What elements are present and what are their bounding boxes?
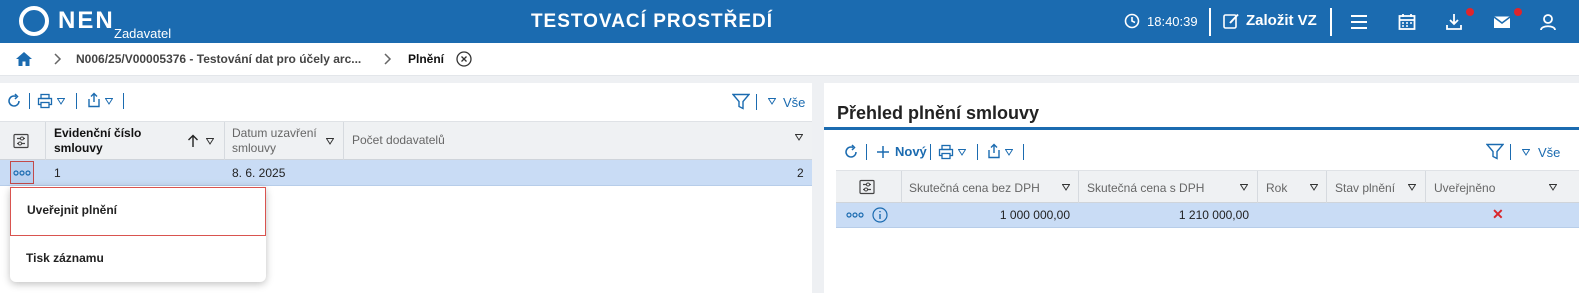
- divider: [824, 127, 1579, 130]
- divider: [1023, 144, 1024, 160]
- edit-icon[interactable]: [1222, 12, 1240, 30]
- divider: [123, 93, 124, 109]
- table-row[interactable]: 1 000 000,00 1 210 000,00 ✕: [836, 203, 1579, 228]
- info-icon[interactable]: [872, 207, 888, 223]
- chevron-down-icon[interactable]: [1522, 149, 1530, 156]
- column-filter-icon[interactable]: [1408, 184, 1416, 191]
- column-filter-icon[interactable]: [795, 134, 803, 141]
- session-time: 18:40:39: [1147, 14, 1198, 29]
- panel-title: Přehled plnění smlouvy: [837, 103, 1040, 123]
- divider: [76, 93, 77, 109]
- sort-ascending-icon[interactable]: [187, 134, 199, 148]
- breadcrumb-item-contract[interactable]: N006/25/V00005376 - Testování dat pro úč…: [76, 52, 361, 66]
- chevron-down-icon[interactable]: [105, 98, 113, 105]
- mail-notification-dot: [1514, 8, 1522, 16]
- environment-title: TESTOVACÍ PROSTŘEDÍ: [530, 11, 774, 32]
- cell-pocet: 2: [797, 166, 804, 180]
- filter-all-dropdown[interactable]: Vše: [1538, 145, 1560, 160]
- clock-icon: [1124, 13, 1140, 29]
- calendar-icon[interactable]: [1397, 12, 1417, 32]
- filter-all-dropdown[interactable]: Vše: [783, 95, 805, 110]
- new-button[interactable]: Nový: [895, 144, 927, 159]
- column-filter-icon[interactable]: [1062, 184, 1070, 191]
- divider: [1510, 144, 1511, 160]
- divider: [756, 94, 757, 110]
- filter-icon[interactable]: [1486, 143, 1504, 160]
- cell-uverejneno-cross-icon: ✕: [1492, 206, 1504, 222]
- column-header-cena-s-dph[interactable]: Skutečná cena s DPH: [1087, 181, 1204, 195]
- table-header: Skutečná cena bez DPH Skutečná cena s DP…: [836, 170, 1579, 204]
- breadcrumb: N006/25/V00005376 - Testování dat pro úč…: [0, 43, 1579, 76]
- row-context-menu: Uveřejnit plnění Tisk záznamu: [10, 186, 266, 282]
- divider: [29, 93, 30, 109]
- divider: [977, 144, 978, 160]
- home-icon[interactable]: [15, 51, 33, 67]
- menu-item-publish[interactable]: Uveřejnit plnění: [10, 187, 266, 236]
- column-filter-icon[interactable]: [326, 138, 334, 145]
- chevron-down-icon[interactable]: [57, 98, 65, 105]
- cell-cena-bez-dph: 1 000 000,00: [999, 208, 1070, 222]
- print-icon[interactable]: [37, 93, 53, 109]
- column-filter-icon[interactable]: [1240, 184, 1248, 191]
- divider: [1209, 8, 1211, 36]
- column-header-datum[interactable]: Datum uzavření smlouvy: [232, 126, 317, 156]
- column-header-pocet[interactable]: Počet dodavatelů: [352, 133, 445, 148]
- column-filter-icon[interactable]: [1549, 184, 1557, 191]
- breadcrumb-item-current: Plnění: [408, 52, 445, 66]
- chevron-right-icon: [54, 53, 62, 65]
- refresh-icon[interactable]: [843, 144, 859, 160]
- menu-item-print[interactable]: Tisk záznamu: [10, 238, 266, 280]
- print-icon[interactable]: [938, 144, 954, 160]
- menu-icon[interactable]: [1349, 12, 1369, 32]
- chevron-right-icon: [384, 53, 392, 65]
- column-settings-icon[interactable]: [13, 133, 29, 149]
- more-icon[interactable]: [846, 212, 864, 218]
- table-header: Evidenční číslo smlouvy Datum uzavření s…: [0, 121, 812, 161]
- user-icon[interactable]: [1538, 12, 1558, 32]
- column-filter-icon[interactable]: [206, 138, 214, 145]
- column-header-uverejneno[interactable]: Uveřejněno: [1434, 181, 1495, 195]
- create-contract-button[interactable]: Založit VZ: [1246, 12, 1317, 29]
- chevron-down-icon[interactable]: [958, 149, 966, 156]
- top-bar: NEN Zadavatel TESTOVACÍ PROSTŘEDÍ 18:40:…: [0, 0, 1579, 43]
- mail-icon[interactable]: [1492, 12, 1512, 32]
- column-header-stav[interactable]: Stav plnění: [1335, 181, 1395, 195]
- refresh-icon[interactable]: [6, 93, 22, 109]
- export-icon[interactable]: [986, 143, 1002, 159]
- column-header-rok[interactable]: Rok: [1266, 181, 1287, 195]
- table-row[interactable]: 1 8. 6. 2025 2: [0, 160, 812, 186]
- column-filter-icon[interactable]: [1310, 184, 1318, 191]
- more-icon: [13, 170, 31, 176]
- close-icon[interactable]: [456, 51, 472, 67]
- cell-cislo: 1: [54, 166, 61, 180]
- cell-cena-s-dph: 1 210 000,00: [1178, 208, 1249, 222]
- plus-icon[interactable]: [875, 144, 891, 160]
- divider: [866, 144, 867, 160]
- chevron-down-icon[interactable]: [768, 98, 776, 105]
- download-notification-dot: [1466, 8, 1474, 16]
- divider: [1330, 8, 1332, 36]
- chevron-down-icon[interactable]: [1005, 149, 1013, 156]
- column-header-cislo[interactable]: Evidenční číslo smlouvy: [54, 126, 141, 156]
- column-header-cena-bez-dph[interactable]: Skutečná cena bez DPH: [909, 181, 1040, 195]
- download-icon[interactable]: [1444, 12, 1464, 32]
- fulfillment-panel: Přehled plnění smlouvy Nový Vše Skutečná…: [824, 83, 1579, 293]
- filter-icon[interactable]: [732, 93, 750, 110]
- divider: [930, 144, 931, 160]
- column-settings-icon[interactable]: [859, 179, 875, 195]
- export-icon[interactable]: [86, 92, 102, 108]
- cell-datum: 8. 6. 2025: [232, 166, 286, 180]
- row-actions-button[interactable]: [10, 161, 34, 184]
